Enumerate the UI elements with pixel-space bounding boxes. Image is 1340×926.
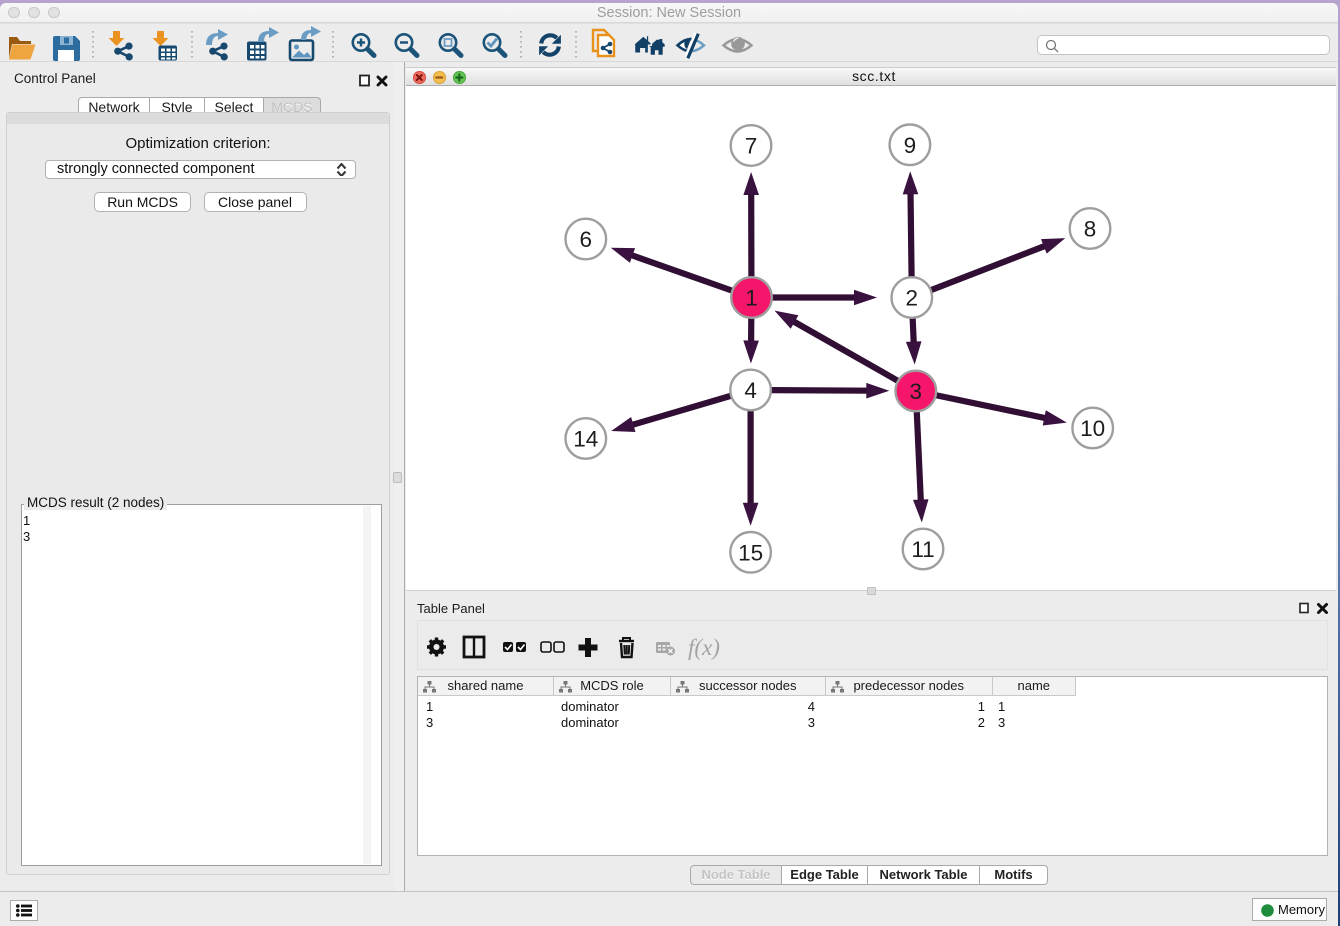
- svg-text:11: 11: [911, 537, 934, 562]
- svg-text:4: 4: [744, 378, 757, 403]
- svg-text:2: 2: [906, 286, 919, 311]
- svg-text:14: 14: [573, 427, 598, 452]
- svg-text:8: 8: [1084, 217, 1097, 242]
- svg-text:1: 1: [745, 286, 758, 311]
- svg-text:f(x): f(x): [688, 635, 720, 660]
- svg-text:6: 6: [580, 227, 593, 252]
- svg-text:10: 10: [1080, 416, 1105, 441]
- svg-text:9: 9: [904, 133, 917, 158]
- svg-text:3: 3: [910, 379, 923, 404]
- svg-text:15: 15: [738, 541, 763, 566]
- svg-text:7: 7: [745, 134, 758, 159]
